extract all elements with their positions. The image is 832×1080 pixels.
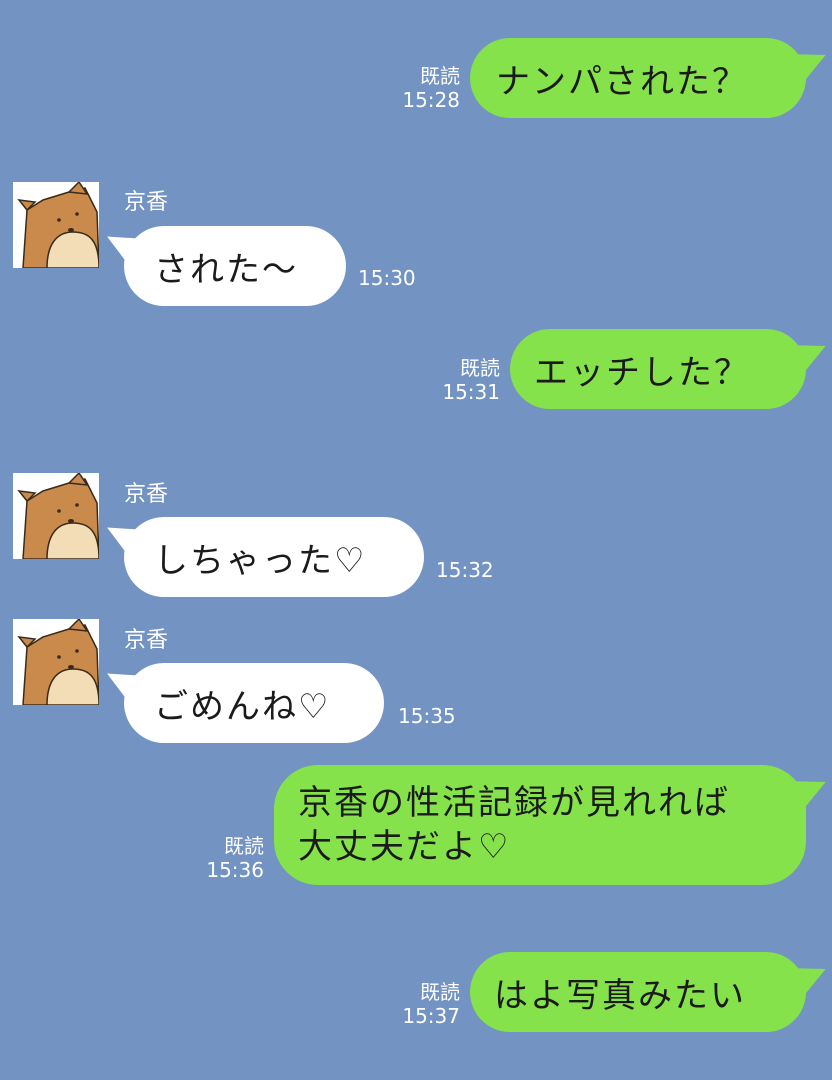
message-meta: 既読 15:31 <box>426 356 500 404</box>
sender-name: 京香 <box>124 482 169 507</box>
message-text: ナンパされた？ <box>496 61 748 102</box>
message-time: 15:31 <box>442 380 500 404</box>
shiba-dog-avatar-icon <box>13 473 99 559</box>
outgoing-message-bubble[interactable]: ナンパされた？ <box>470 38 806 118</box>
message-time: 15:30 <box>358 266 416 290</box>
message-time: 15:28 <box>402 88 460 112</box>
message-meta: 既読 15:36 <box>190 834 264 882</box>
message-text: はよ写真みたい <box>494 975 746 1016</box>
incoming-message-bubble[interactable]: ごめんね♡ <box>124 663 384 743</box>
shiba-dog-avatar-icon <box>13 619 99 705</box>
message-text: 京香の性活記録が見れれば 大丈夫だよ♡ <box>298 783 730 867</box>
incoming-message-bubble[interactable]: された〜 <box>124 226 346 306</box>
outgoing-message-bubble[interactable]: 京香の性活記録が見れれば 大丈夫だよ♡ <box>274 765 806 885</box>
message-time: 15:36 <box>206 858 264 882</box>
message-time: 15:37 <box>402 1004 460 1028</box>
message-text: エッチした？ <box>534 352 750 393</box>
outgoing-message-bubble[interactable]: エッチした？ <box>510 329 806 409</box>
read-receipt: 既読 <box>224 834 264 858</box>
avatar[interactable] <box>13 473 99 559</box>
sender-name: 京香 <box>124 628 169 653</box>
message-meta: 既読 15:37 <box>386 980 460 1028</box>
message-text: ごめんね♡ <box>154 686 331 727</box>
chat-view: 既読 15:28 ナンパされた？ 京香 された〜 15:30 既読 15:31 … <box>0 0 832 1080</box>
read-receipt: 既読 <box>460 356 500 380</box>
message-text: された〜 <box>154 249 298 290</box>
message-text: しちゃった♡ <box>154 540 367 581</box>
incoming-message-bubble[interactable]: しちゃった♡ <box>124 517 424 597</box>
avatar[interactable] <box>13 619 99 705</box>
avatar[interactable] <box>13 182 99 268</box>
sender-name: 京香 <box>124 190 169 215</box>
message-time: 15:32 <box>436 558 494 582</box>
shiba-dog-avatar-icon <box>13 182 99 268</box>
message-time: 15:35 <box>398 704 456 728</box>
read-receipt: 既読 <box>420 980 460 1004</box>
read-receipt: 既読 <box>420 64 460 88</box>
outgoing-message-bubble[interactable]: はよ写真みたい <box>470 952 806 1032</box>
message-meta: 既読 15:28 <box>386 64 460 112</box>
